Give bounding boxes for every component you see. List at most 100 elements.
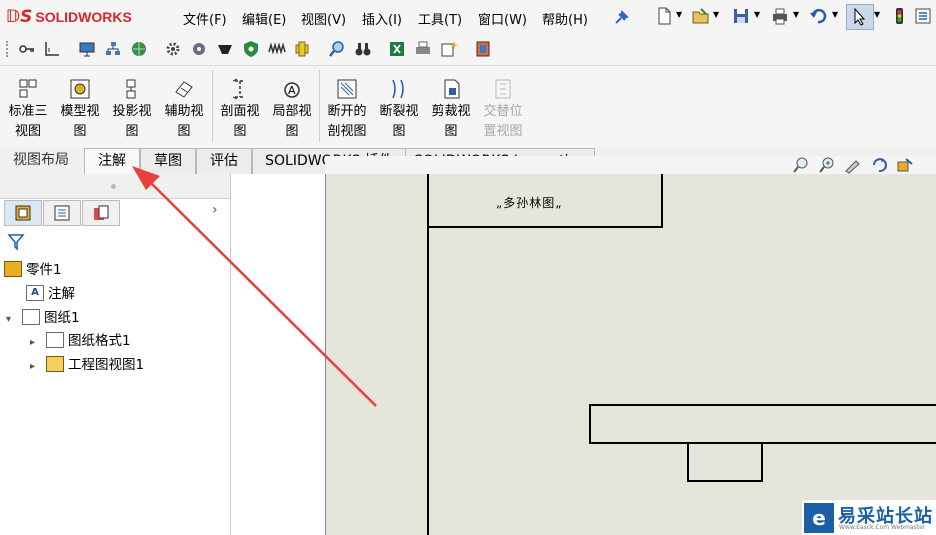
drawing-view-rect[interactable]	[589, 404, 936, 444]
book-icon[interactable]	[474, 40, 492, 58]
tree-item-label: 工程图视图1	[68, 357, 145, 373]
annotation-a-icon: A	[26, 285, 44, 301]
splitter-grip-icon	[111, 184, 116, 189]
menu-tools[interactable]: 工具(T)	[418, 9, 462, 28]
tab-evaluate[interactable]: 评估	[196, 148, 252, 174]
detail-view-button[interactable]: A 局部视 图	[268, 76, 316, 142]
expand-right-icon[interactable]: ▸	[30, 333, 46, 353]
printer-setup-icon[interactable]	[414, 40, 432, 58]
network-icon[interactable]	[104, 40, 122, 58]
previous-view-icon[interactable]	[844, 156, 862, 174]
expand-down-icon[interactable]: ▾	[6, 310, 22, 330]
drawing-sheet[interactable]: „多孙林图„	[325, 174, 936, 535]
open-dropdown-icon[interactable]: ▼	[713, 10, 719, 19]
undo-icon[interactable]	[809, 7, 827, 25]
drawing-view-tab[interactable]	[687, 442, 763, 482]
projected-view-icon	[121, 78, 143, 100]
binoculars-icon[interactable]	[354, 40, 372, 58]
gear-icon[interactable]	[164, 40, 182, 58]
shield-icon[interactable]	[242, 40, 260, 58]
new-dropdown-icon[interactable]: ▼	[676, 10, 682, 19]
tree-item-sheet1[interactable]: ▾ 图纸1	[6, 308, 80, 328]
feature-manager-tab[interactable]	[4, 200, 42, 226]
spring-icon[interactable]	[268, 40, 286, 58]
crop-view-button[interactable]: 剪裁视 图	[427, 76, 475, 142]
zoom-area-icon[interactable]	[818, 156, 836, 174]
ribbon-separator	[319, 70, 320, 142]
menu-insert[interactable]: 插入(I)	[362, 9, 402, 28]
menu-view[interactable]: 视图(V)	[301, 9, 346, 28]
title-block-text: „多孙林图„	[496, 196, 563, 210]
select-dropdown-icon[interactable]: ▼	[874, 10, 880, 19]
configuration-manager-tab[interactable]	[82, 200, 120, 226]
model-view-button[interactable]: 模型视 图	[56, 76, 104, 142]
ribbon-label-line2: 图	[233, 124, 247, 139]
menu-file[interactable]: 文件(F)	[183, 9, 227, 28]
property-manager-tab[interactable]	[43, 200, 81, 226]
tree-root-label: 零件1	[26, 262, 62, 278]
broken-out-section-button[interactable]: 断开的 剖视图	[323, 76, 371, 142]
print-dropdown-icon[interactable]: ▼	[793, 10, 799, 19]
tree-item-annotations[interactable]: A 注解	[26, 284, 75, 304]
select-button[interactable]	[846, 4, 874, 30]
save-icon[interactable]	[732, 7, 750, 25]
solidworks-logo[interactable]: 𝔻S SOLIDWORKS	[6, 4, 152, 30]
menu-window[interactable]: 窗口(W)	[478, 9, 527, 28]
component-icon[interactable]	[293, 40, 311, 58]
tab-sketch[interactable]: 草图	[140, 148, 196, 174]
ribbon-label-line2: 图	[177, 124, 191, 139]
new-document-icon[interactable]	[655, 7, 673, 25]
rotate-icon[interactable]	[870, 156, 888, 174]
new-sparkle-icon[interactable]	[440, 40, 458, 58]
ribbon-label-line2: 图	[444, 124, 458, 139]
ribbon-label-line1: 投影视	[112, 104, 152, 119]
sheet-icon	[22, 309, 40, 325]
options-list-icon[interactable]	[914, 7, 932, 25]
pin-icon[interactable]	[612, 9, 630, 27]
auxiliary-view-button[interactable]: 辅助视 图	[160, 76, 208, 142]
tab-view-layout[interactable]: 视图布局	[0, 148, 82, 173]
alternate-position-view-button[interactable]: 交替位 置视图	[479, 76, 527, 142]
watermark-logo-icon: e	[804, 503, 834, 533]
toolbar-grip[interactable]	[6, 41, 10, 57]
sheet-format-icon	[46, 332, 64, 348]
monitor-icon[interactable]	[78, 40, 96, 58]
ribbon-label-line1: 标准三	[8, 104, 48, 119]
save-dropdown-icon[interactable]: ▼	[754, 10, 760, 19]
excel-icon[interactable]	[388, 40, 406, 58]
tree-item-drawing-view1[interactable]: ▸ 工程图视图1	[30, 355, 144, 375]
tree-root-part[interactable]: 零件1	[4, 260, 62, 280]
ribbon-label-line1: 断裂视	[379, 104, 419, 119]
ribbon-label-line1: 模型视	[60, 104, 100, 119]
zoom-to-fit-icon[interactable]	[792, 156, 810, 174]
print-icon[interactable]	[771, 7, 789, 25]
settings-cog-icon[interactable]	[190, 40, 208, 58]
filter-icon[interactable]	[7, 233, 25, 251]
display-style-icon[interactable]	[896, 156, 914, 174]
break-view-button[interactable]: 断裂视 图	[375, 76, 423, 142]
search-magnifier-icon[interactable]	[328, 40, 346, 58]
globe-icon[interactable]	[130, 40, 148, 58]
panel-splitter[interactable]	[0, 174, 230, 199]
expand-right-icon[interactable]: ▸	[30, 357, 46, 377]
watermark-logo: e 易采站长站 Www.Easck.Com Webmaster	[802, 500, 936, 535]
drawing-view-icon	[46, 356, 64, 372]
chevron-right-icon[interactable]: ›	[212, 202, 218, 218]
broken-out-section-icon	[336, 78, 358, 100]
undo-dropdown-icon[interactable]: ▼	[832, 10, 838, 19]
dimension-icon[interactable]	[43, 40, 61, 58]
section-view-button[interactable]: 剖面视 图	[216, 76, 264, 142]
watermark-subtitle: Www.Easck.Com Webmaster	[839, 524, 926, 531]
open-folder-icon[interactable]	[692, 7, 710, 25]
projected-view-button[interactable]: 投影视 图	[108, 76, 156, 142]
standard-3-view-button[interactable]: 标准三 视图	[4, 76, 52, 142]
tab-annotation[interactable]: 注解	[84, 148, 140, 174]
key-icon[interactable]	[18, 40, 36, 58]
part-icon	[4, 261, 22, 277]
menu-help[interactable]: 帮助(H)	[542, 9, 588, 28]
bowl-icon[interactable]	[216, 40, 234, 58]
menu-edit[interactable]: 编辑(E)	[242, 9, 286, 28]
rebuild-traffic-light-icon[interactable]	[890, 7, 908, 25]
tree-item-label: 注解	[48, 286, 75, 302]
tree-item-sheet-format1[interactable]: ▸ 图纸格式1	[30, 331, 131, 351]
